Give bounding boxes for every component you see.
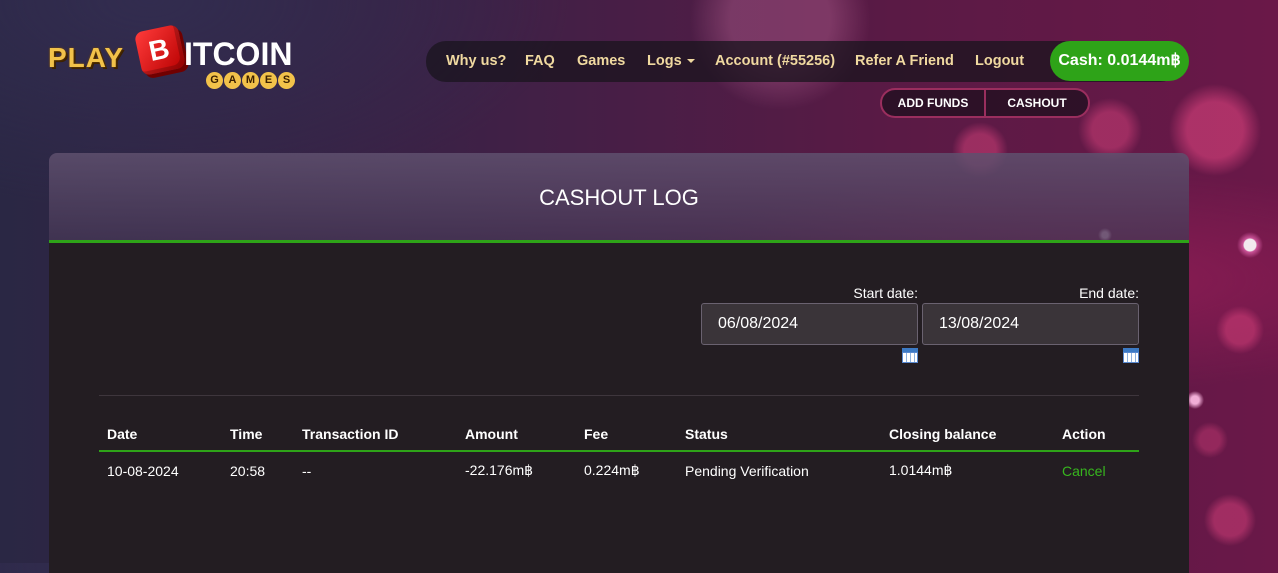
divider (99, 395, 1139, 396)
nav-logout[interactable]: Logout (975, 53, 1024, 69)
table-row: 10-08-2024 20:58 -- -22.176m฿ 0.224m฿ Pe… (99, 451, 1139, 489)
cell-fee: 0.224m฿ (584, 462, 640, 478)
cell-date: 10-08-2024 (107, 462, 179, 479)
cell-time: 20:58 (230, 462, 266, 479)
bitcoin-dice-icon: B (133, 23, 187, 77)
start-date-label: Start date: (853, 285, 918, 301)
add-funds-button[interactable]: ADD FUNDS (882, 90, 984, 116)
column-header-closing-balance: Closing balance (881, 418, 1054, 452)
column-header-date: Date (99, 418, 222, 452)
cash-balance-button[interactable]: Cash: 0.0144m฿ (1050, 41, 1189, 81)
start-date-input[interactable] (701, 303, 918, 345)
end-date-input[interactable] (922, 303, 1139, 345)
end-date-label: End date: (1079, 285, 1139, 301)
column-header-status: Status (677, 418, 881, 452)
nav-games[interactable]: Games (577, 53, 625, 69)
cell-action: Cancel (1054, 451, 1139, 489)
logo-games-letter: A (224, 72, 241, 89)
logo-games-letter: E (260, 72, 277, 89)
end-date-calendar-icon[interactable] (1123, 348, 1139, 363)
logo-games-badges: G A M E S (206, 72, 295, 89)
logo-itcoin-text: ITCOIN (184, 36, 293, 72)
column-header-action: Action (1054, 418, 1139, 452)
cell-closing-balance: 1.0144m฿ (889, 462, 953, 478)
cell-status: Pending Verification (685, 462, 809, 479)
nav-faq[interactable]: FAQ (525, 53, 555, 69)
site-logo[interactable]: PLAY B ITCOIN G A M E S (48, 23, 313, 94)
dice-letter: B (145, 32, 173, 67)
caret-down-icon (686, 59, 695, 64)
nav-why-us[interactable]: Why us? (446, 53, 506, 69)
panel-body: Start date: End date: Date Time Transact… (49, 243, 1189, 573)
column-header-amount: Amount (457, 418, 576, 452)
cell-transaction-id: -- (302, 462, 312, 479)
column-header-fee: Fee (576, 418, 677, 452)
page-title: CASHOUT LOG (539, 185, 699, 210)
start-date-calendar-icon[interactable] (902, 348, 918, 363)
nav-logs-dropdown[interactable]: Logs (647, 53, 695, 69)
cashout-table: Date Time Transaction ID Amount Fee Stat… (99, 418, 1139, 489)
nav-refer-a-friend[interactable]: Refer A Friend (855, 53, 954, 69)
panel-header: CASHOUT LOG (49, 153, 1189, 243)
cell-amount: -22.176m฿ (465, 462, 534, 478)
logo-games-letter: S (278, 72, 295, 89)
nav-account[interactable]: Account (#55256) (715, 53, 835, 69)
logo-games-letter: G (206, 72, 223, 89)
funds-button-group: ADD FUNDS CASHOUT (880, 88, 1090, 118)
column-header-transaction-id: Transaction ID (294, 418, 457, 452)
cashout-log-panel: CASHOUT LOG Start date: End date: Date T… (49, 153, 1189, 573)
cancel-link[interactable]: Cancel (1062, 463, 1106, 479)
logo-games-letter: M (242, 72, 259, 89)
table-header-row: Date Time Transaction ID Amount Fee Stat… (99, 418, 1139, 452)
cashout-button[interactable]: CASHOUT (984, 90, 1088, 116)
logo-play-text: PLAY (48, 42, 125, 73)
column-header-time: Time (222, 418, 294, 452)
nav-logs-label: Logs (647, 53, 682, 69)
